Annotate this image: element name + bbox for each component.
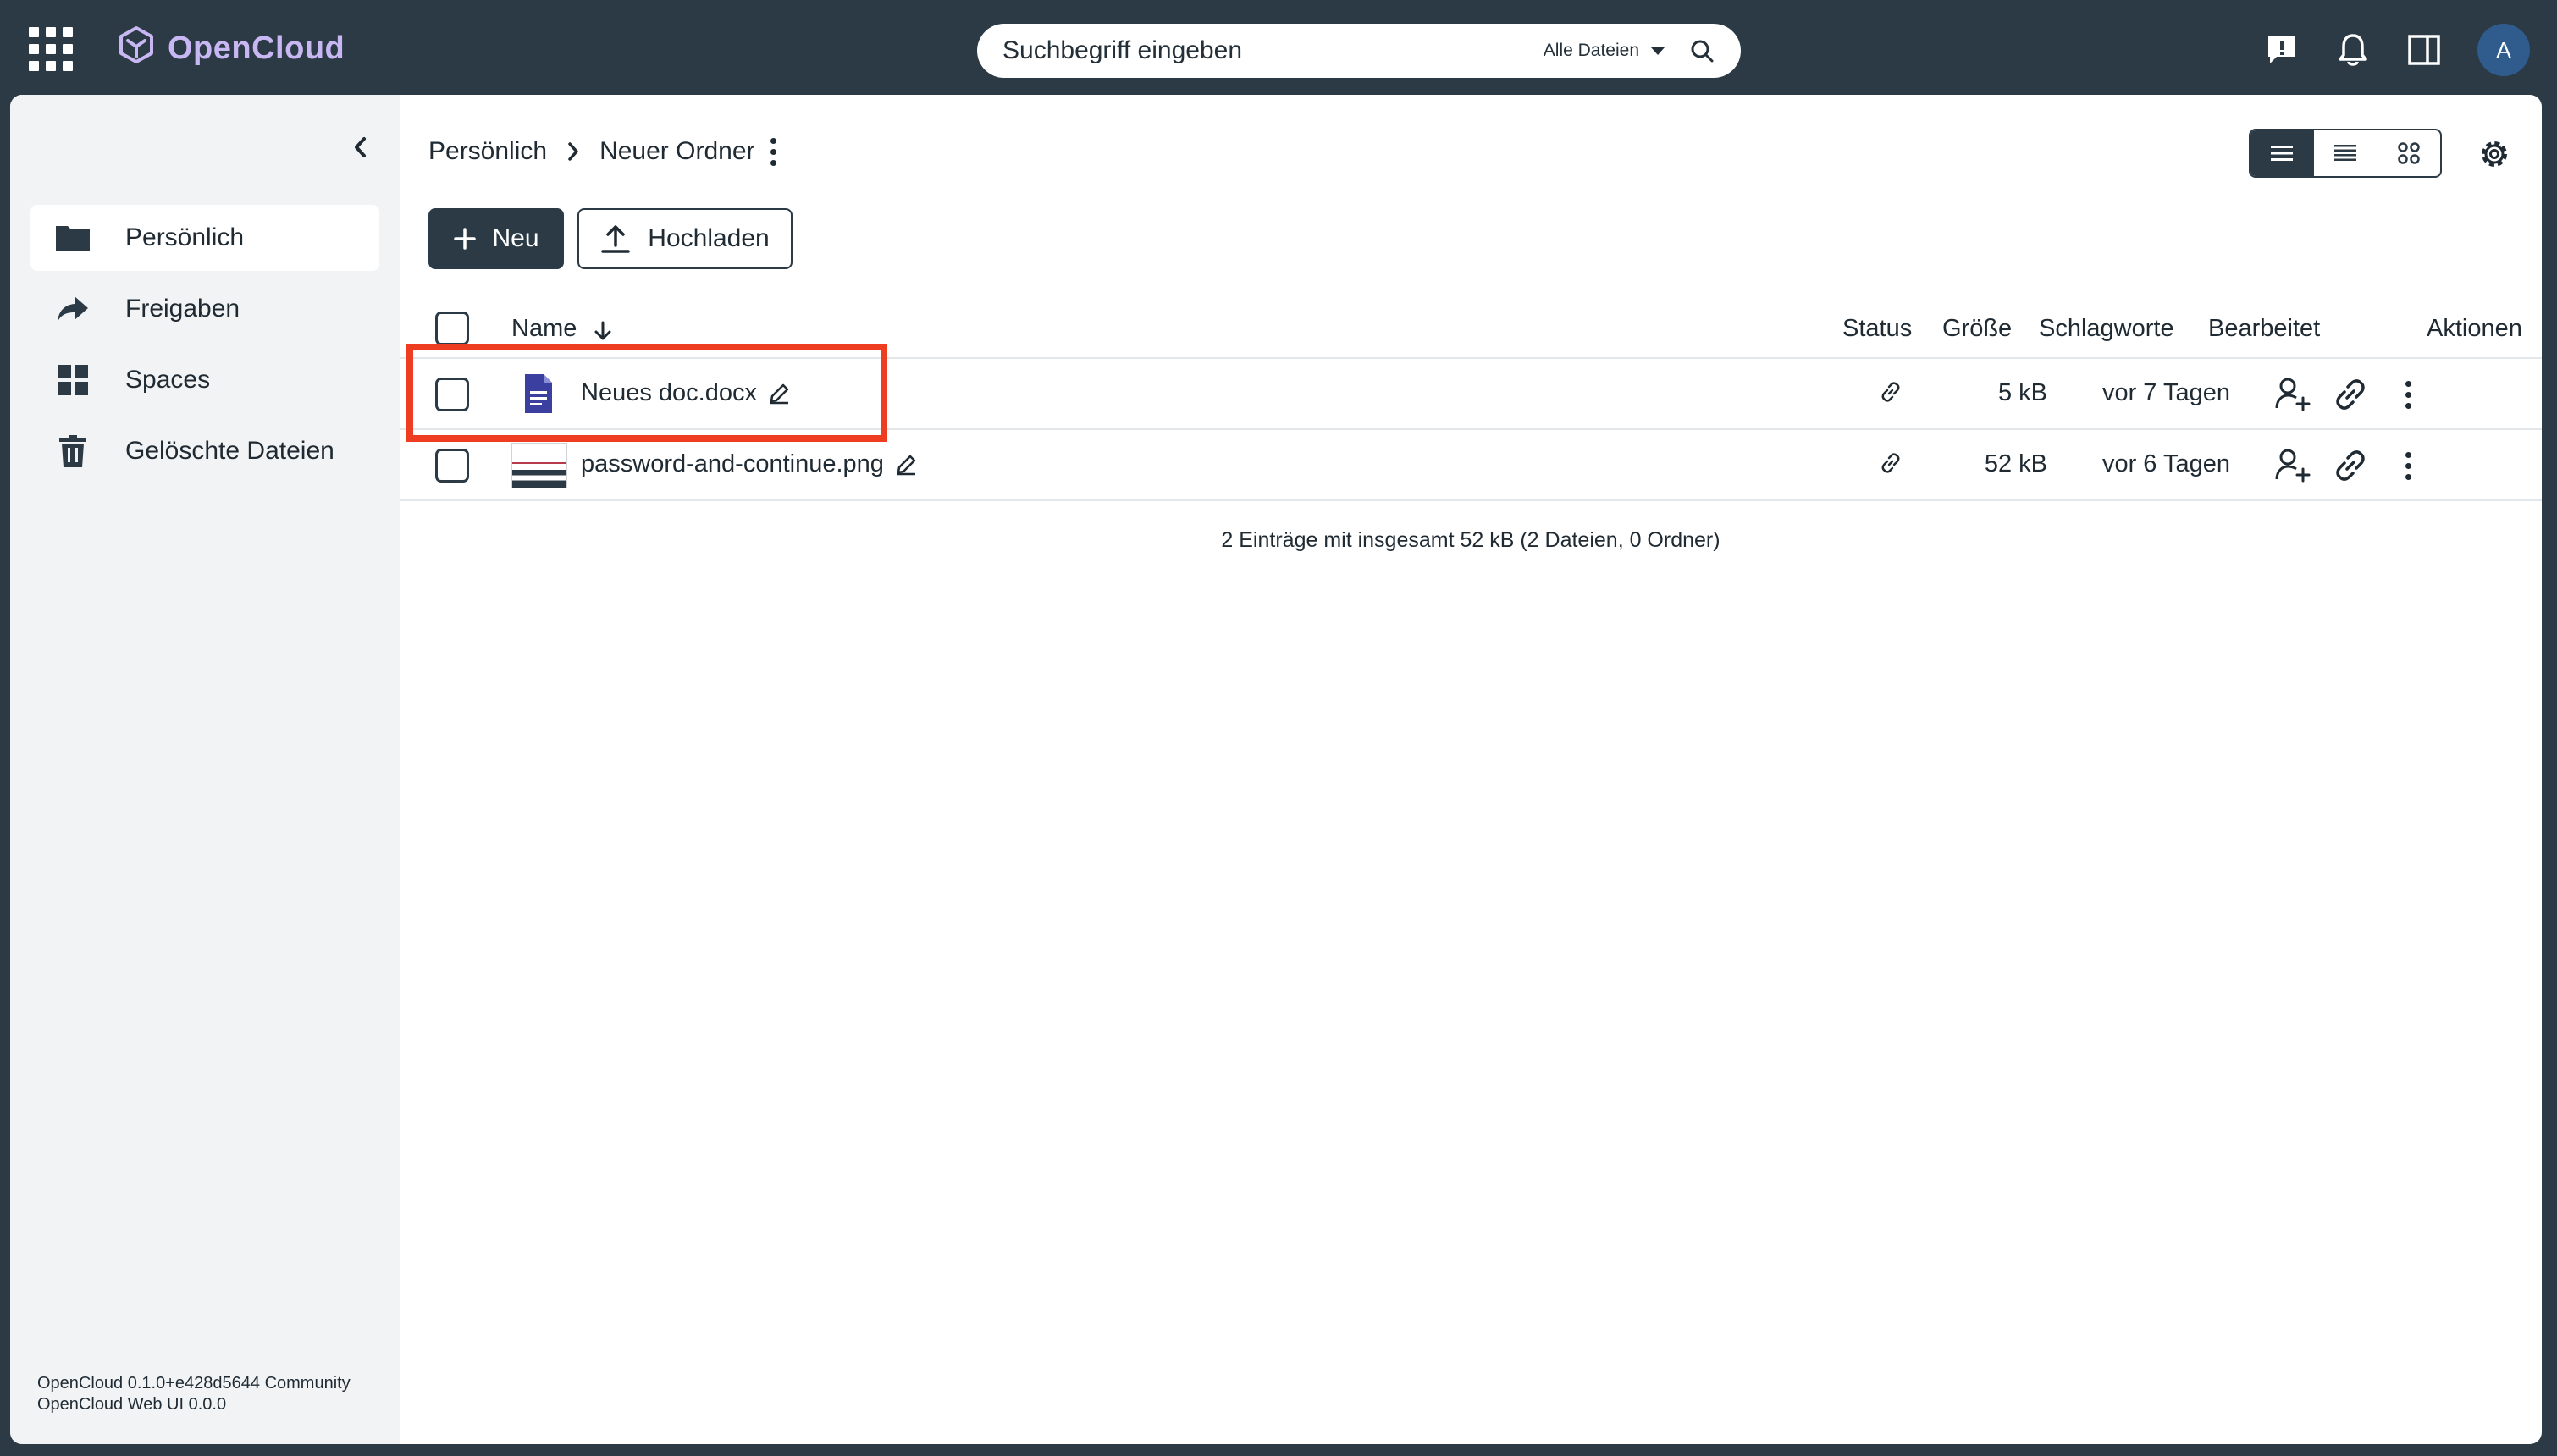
row-more-actions-icon[interactable] xyxy=(2391,376,2425,413)
highlight-annotation-box xyxy=(406,344,887,442)
feedback-icon[interactable] xyxy=(2257,25,2306,74)
table-summary: 2 Einträge mit insgesamt 52 kB (2 Dateie… xyxy=(1221,528,1720,552)
notifications-bell-icon[interactable] xyxy=(2328,25,2378,74)
sidebar-item-label: Spaces xyxy=(125,366,211,394)
chevron-right-icon xyxy=(566,141,581,163)
sidebar: Persönlich Freigaben Spaces Gelöschte Da… xyxy=(10,95,400,1444)
breadcrumb-item-personal[interactable]: Persönlich xyxy=(428,137,547,166)
new-button[interactable]: Neu xyxy=(428,208,564,269)
search-icon[interactable] xyxy=(1688,37,1715,64)
breadcrumb-item-current-folder[interactable]: Neuer Ordner xyxy=(599,137,754,166)
file-name[interactable]: password-and-continue.png xyxy=(581,450,884,478)
user-avatar[interactable]: A xyxy=(2477,24,2530,76)
column-header-modified[interactable]: Bearbeitet xyxy=(2208,315,2320,343)
sidebar-item-spaces[interactable]: Spaces xyxy=(30,347,379,413)
compact-list-view-icon xyxy=(2334,145,2356,161)
view-mode-toggle xyxy=(2249,129,2442,178)
add-user-share-icon[interactable] xyxy=(2274,447,2311,484)
view-list-button[interactable] xyxy=(2250,130,2314,176)
version-line-web: OpenCloud Web UI 0.0.0 xyxy=(37,1395,227,1414)
search-input[interactable]: Suchbegriff eingeben xyxy=(1002,36,1544,65)
folder-icon xyxy=(54,219,91,256)
select-all-checkbox[interactable] xyxy=(435,312,469,345)
file-name-cell[interactable]: password-and-continue.png xyxy=(581,450,918,478)
new-button-label: Neu xyxy=(492,224,539,252)
version-info: OpenCloud 0.1.0+e428d5644 Community Open… xyxy=(37,1373,351,1415)
upload-button-label: Hochladen xyxy=(648,224,770,252)
app-shell: Persönlich Freigaben Spaces Gelöschte Da… xyxy=(10,95,2542,1444)
view-tiles-button[interactable] xyxy=(2377,130,2440,176)
opencloud-logo[interactable]: OpenCloud xyxy=(117,24,345,73)
logo-text: OpenCloud xyxy=(168,30,345,66)
row-checkbox[interactable] xyxy=(435,449,469,483)
sidebar-item-label: Freigaben xyxy=(125,295,240,323)
copy-link-icon[interactable] xyxy=(2332,447,2369,484)
trash-icon xyxy=(54,433,91,470)
top-bar: OpenCloud Suchbegriff eingeben Alle Date… xyxy=(0,0,2557,95)
grid-icon xyxy=(54,361,91,399)
file-modified: vor 7 Tagen xyxy=(2101,379,2230,406)
image-thumbnail xyxy=(511,443,567,488)
link-status-icon[interactable] xyxy=(1878,379,1903,405)
app-switcher-grid-icon[interactable] xyxy=(29,27,73,71)
plus-icon xyxy=(454,228,477,250)
share-icon xyxy=(54,290,91,328)
sort-arrow-down-icon[interactable] xyxy=(593,320,613,342)
column-header-name[interactable]: Name xyxy=(511,315,577,343)
opencloud-logo-icon xyxy=(119,26,153,63)
folder-context-menu-icon[interactable] xyxy=(770,137,776,166)
search-scope-label: Alle Dateien xyxy=(1543,41,1639,60)
version-line-server: OpenCloud 0.1.0+e428d5644 Community xyxy=(37,1374,351,1393)
sidebar-item-shares[interactable]: Freigaben xyxy=(30,276,379,342)
row-more-actions-icon[interactable] xyxy=(2391,447,2425,484)
rename-pencil-icon[interactable] xyxy=(894,453,918,477)
search-scope-dropdown[interactable]: Alle Dateien xyxy=(1544,41,1665,61)
search-bar[interactable]: Suchbegriff eingeben Alle Dateien xyxy=(977,24,1741,78)
sidebar-item-label: Persönlich xyxy=(125,223,245,251)
upload-icon xyxy=(601,225,631,253)
column-header-size[interactable]: Größe xyxy=(1942,315,2012,343)
breadcrumb: Persönlich Neuer Ordner xyxy=(428,137,776,166)
copy-link-icon[interactable] xyxy=(2332,376,2369,413)
sidebar-toggle-icon[interactable] xyxy=(2400,25,2449,74)
collapse-sidebar-button[interactable] xyxy=(342,129,379,166)
upload-button[interactable]: Hochladen xyxy=(577,208,793,269)
view-compact-list-button[interactable] xyxy=(2314,130,2378,176)
column-header-status[interactable]: Status xyxy=(1842,315,1912,343)
column-header-tags[interactable]: Schlagworte xyxy=(2039,315,2174,343)
chevron-left-icon xyxy=(355,137,366,157)
file-modified: vor 6 Tagen xyxy=(2101,450,2230,477)
sidebar-item-label: Gelöschte Dateien xyxy=(125,437,334,465)
chevron-down-icon xyxy=(1651,47,1665,55)
tiles-view-icon xyxy=(2397,142,2420,164)
add-user-share-icon[interactable] xyxy=(2274,376,2311,413)
gear-icon xyxy=(2482,141,2507,167)
sidebar-item-personal[interactable]: Persönlich xyxy=(30,205,379,271)
list-view-icon xyxy=(2271,146,2294,161)
sidebar-nav: Persönlich Freigaben Spaces Gelöschte Da… xyxy=(30,205,379,489)
link-status-icon[interactable] xyxy=(1878,450,1903,476)
sidebar-item-trash[interactable]: Gelöschte Dateien xyxy=(30,418,379,484)
column-header-actions: Aktionen xyxy=(2427,315,2522,342)
main-content: Persönlich Neuer Ordner Neu Hochladen Na… xyxy=(400,95,2542,1444)
view-settings-button[interactable] xyxy=(2472,132,2516,176)
